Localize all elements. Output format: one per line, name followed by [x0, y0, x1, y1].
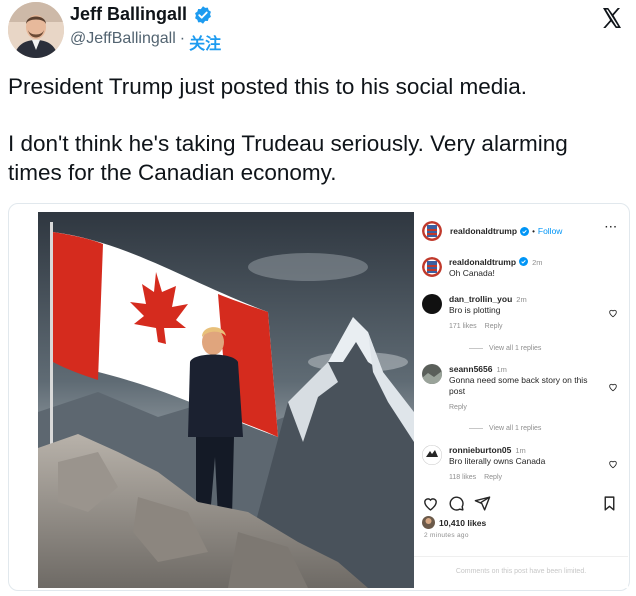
ig-caption-username[interactable]: realdonaldtrump [449, 257, 516, 267]
verified-badge-icon [195, 5, 211, 24]
ig-comment-meta: Reply [449, 402, 599, 413]
ig-comment-time: 2m [516, 295, 527, 304]
ig-likes-count[interactable]: 10,410 likes [439, 518, 486, 528]
instagram-panel: realdonaldtrump • Follow ··· realdonaldt… [414, 212, 628, 588]
ig-comment-text: Bro literally owns Canada [449, 456, 546, 466]
ig-username[interactable]: realdonaldtrump [450, 226, 517, 236]
author-avatar[interactable] [8, 2, 64, 58]
ig-follow-button[interactable]: Follow [538, 226, 563, 236]
view-replies-link[interactable]: View all 1 replies [469, 345, 541, 352]
x-logo-icon[interactable] [600, 6, 624, 30]
ig-caption-text: Oh Canada! [449, 268, 495, 278]
ig-likes-row: 10,410 likes [422, 516, 486, 529]
ig-comment-avatar[interactable] [422, 294, 442, 314]
ig-more-options[interactable]: ··· [605, 222, 618, 233]
view-replies-link[interactable]: View all 1 replies [469, 425, 541, 432]
ig-post-time: 2 minutes ago [424, 532, 469, 539]
ig-comments-limited-notice: Comments on this post have been limited. [455, 568, 587, 575]
author-display-name[interactable]: Jeff Ballingall [70, 4, 187, 25]
ig-comment-time: 1m [496, 365, 507, 374]
comment-bubble-icon[interactable] [448, 495, 465, 512]
ig-action-bar [422, 495, 622, 515]
ig-comment-body: ronnieburton05 1m Bro literally owns Cana… [449, 445, 599, 483]
handle-separator: · [179, 30, 186, 47]
heart-icon[interactable] [608, 308, 618, 318]
share-send-icon[interactable] [474, 495, 491, 512]
ig-comment-avatar[interactable] [422, 364, 442, 384]
tweet-paragraph: I don't think he's taking Trudeau seriou… [8, 131, 568, 185]
ig-comment-text: Gonna need some back story on this post [449, 375, 588, 396]
ig-comment-username[interactable]: ronnieburton05 [449, 445, 511, 455]
ig-comment-avatar[interactable] [422, 445, 442, 465]
ig-comment-meta: 171 likes Reply [449, 321, 599, 332]
ig-verified-icon [520, 226, 530, 236]
ig-comment-likes[interactable]: 171 likes [449, 323, 477, 330]
author-handle[interactable]: @JeffBallingall [70, 30, 176, 54]
ig-comment-text: Bro is plotting [449, 305, 501, 315]
like-heart-icon[interactable] [422, 495, 439, 512]
tweet-paragraph: President Trump just posted this to his … [8, 74, 527, 99]
bookmark-icon[interactable] [601, 495, 618, 512]
ig-reply-button[interactable]: Reply [449, 404, 467, 411]
ig-dot-separator: • [532, 226, 535, 236]
heart-icon[interactable] [608, 382, 618, 392]
ig-likes-avatar [422, 516, 435, 529]
ig-post-header: realdonaldtrump • Follow ··· [422, 220, 622, 242]
ig-comment-username[interactable]: seann5656 [449, 364, 492, 374]
ig-comment-body: dan_trollin_you 2m Bro is plotting 171 li… [449, 294, 599, 332]
author-handle-row: @JeffBallingall · 关注 [70, 30, 221, 54]
ig-comment-body: seann5656 1m Gonna need some back story o… [449, 364, 599, 413]
post-image[interactable] [38, 212, 414, 588]
ig-caption-body: realdonaldtrump 2m Oh Canada! [449, 257, 599, 279]
follow-button[interactable]: 关注 [189, 30, 221, 54]
ig-verified-icon [519, 257, 529, 266]
ig-comment-likes[interactable]: 118 likes [449, 474, 476, 481]
author-name-row: Jeff Ballingall [70, 4, 213, 25]
ig-divider [414, 556, 628, 557]
ig-comment-meta: 118 likes Reply [449, 472, 599, 483]
ig-caption-avatar[interactable] [422, 257, 442, 277]
ig-reply-button[interactable]: Reply [485, 323, 503, 330]
tweet-text: President Trump just posted this to his … [8, 72, 623, 187]
ig-caption-time: 2m [532, 258, 543, 267]
ig-comment-username[interactable]: dan_trollin_you [449, 294, 512, 304]
heart-icon[interactable] [608, 459, 618, 469]
ig-reply-button[interactable]: Reply [484, 474, 502, 481]
ig-comment-time: 1m [515, 446, 526, 455]
ig-avatar[interactable] [422, 221, 442, 241]
